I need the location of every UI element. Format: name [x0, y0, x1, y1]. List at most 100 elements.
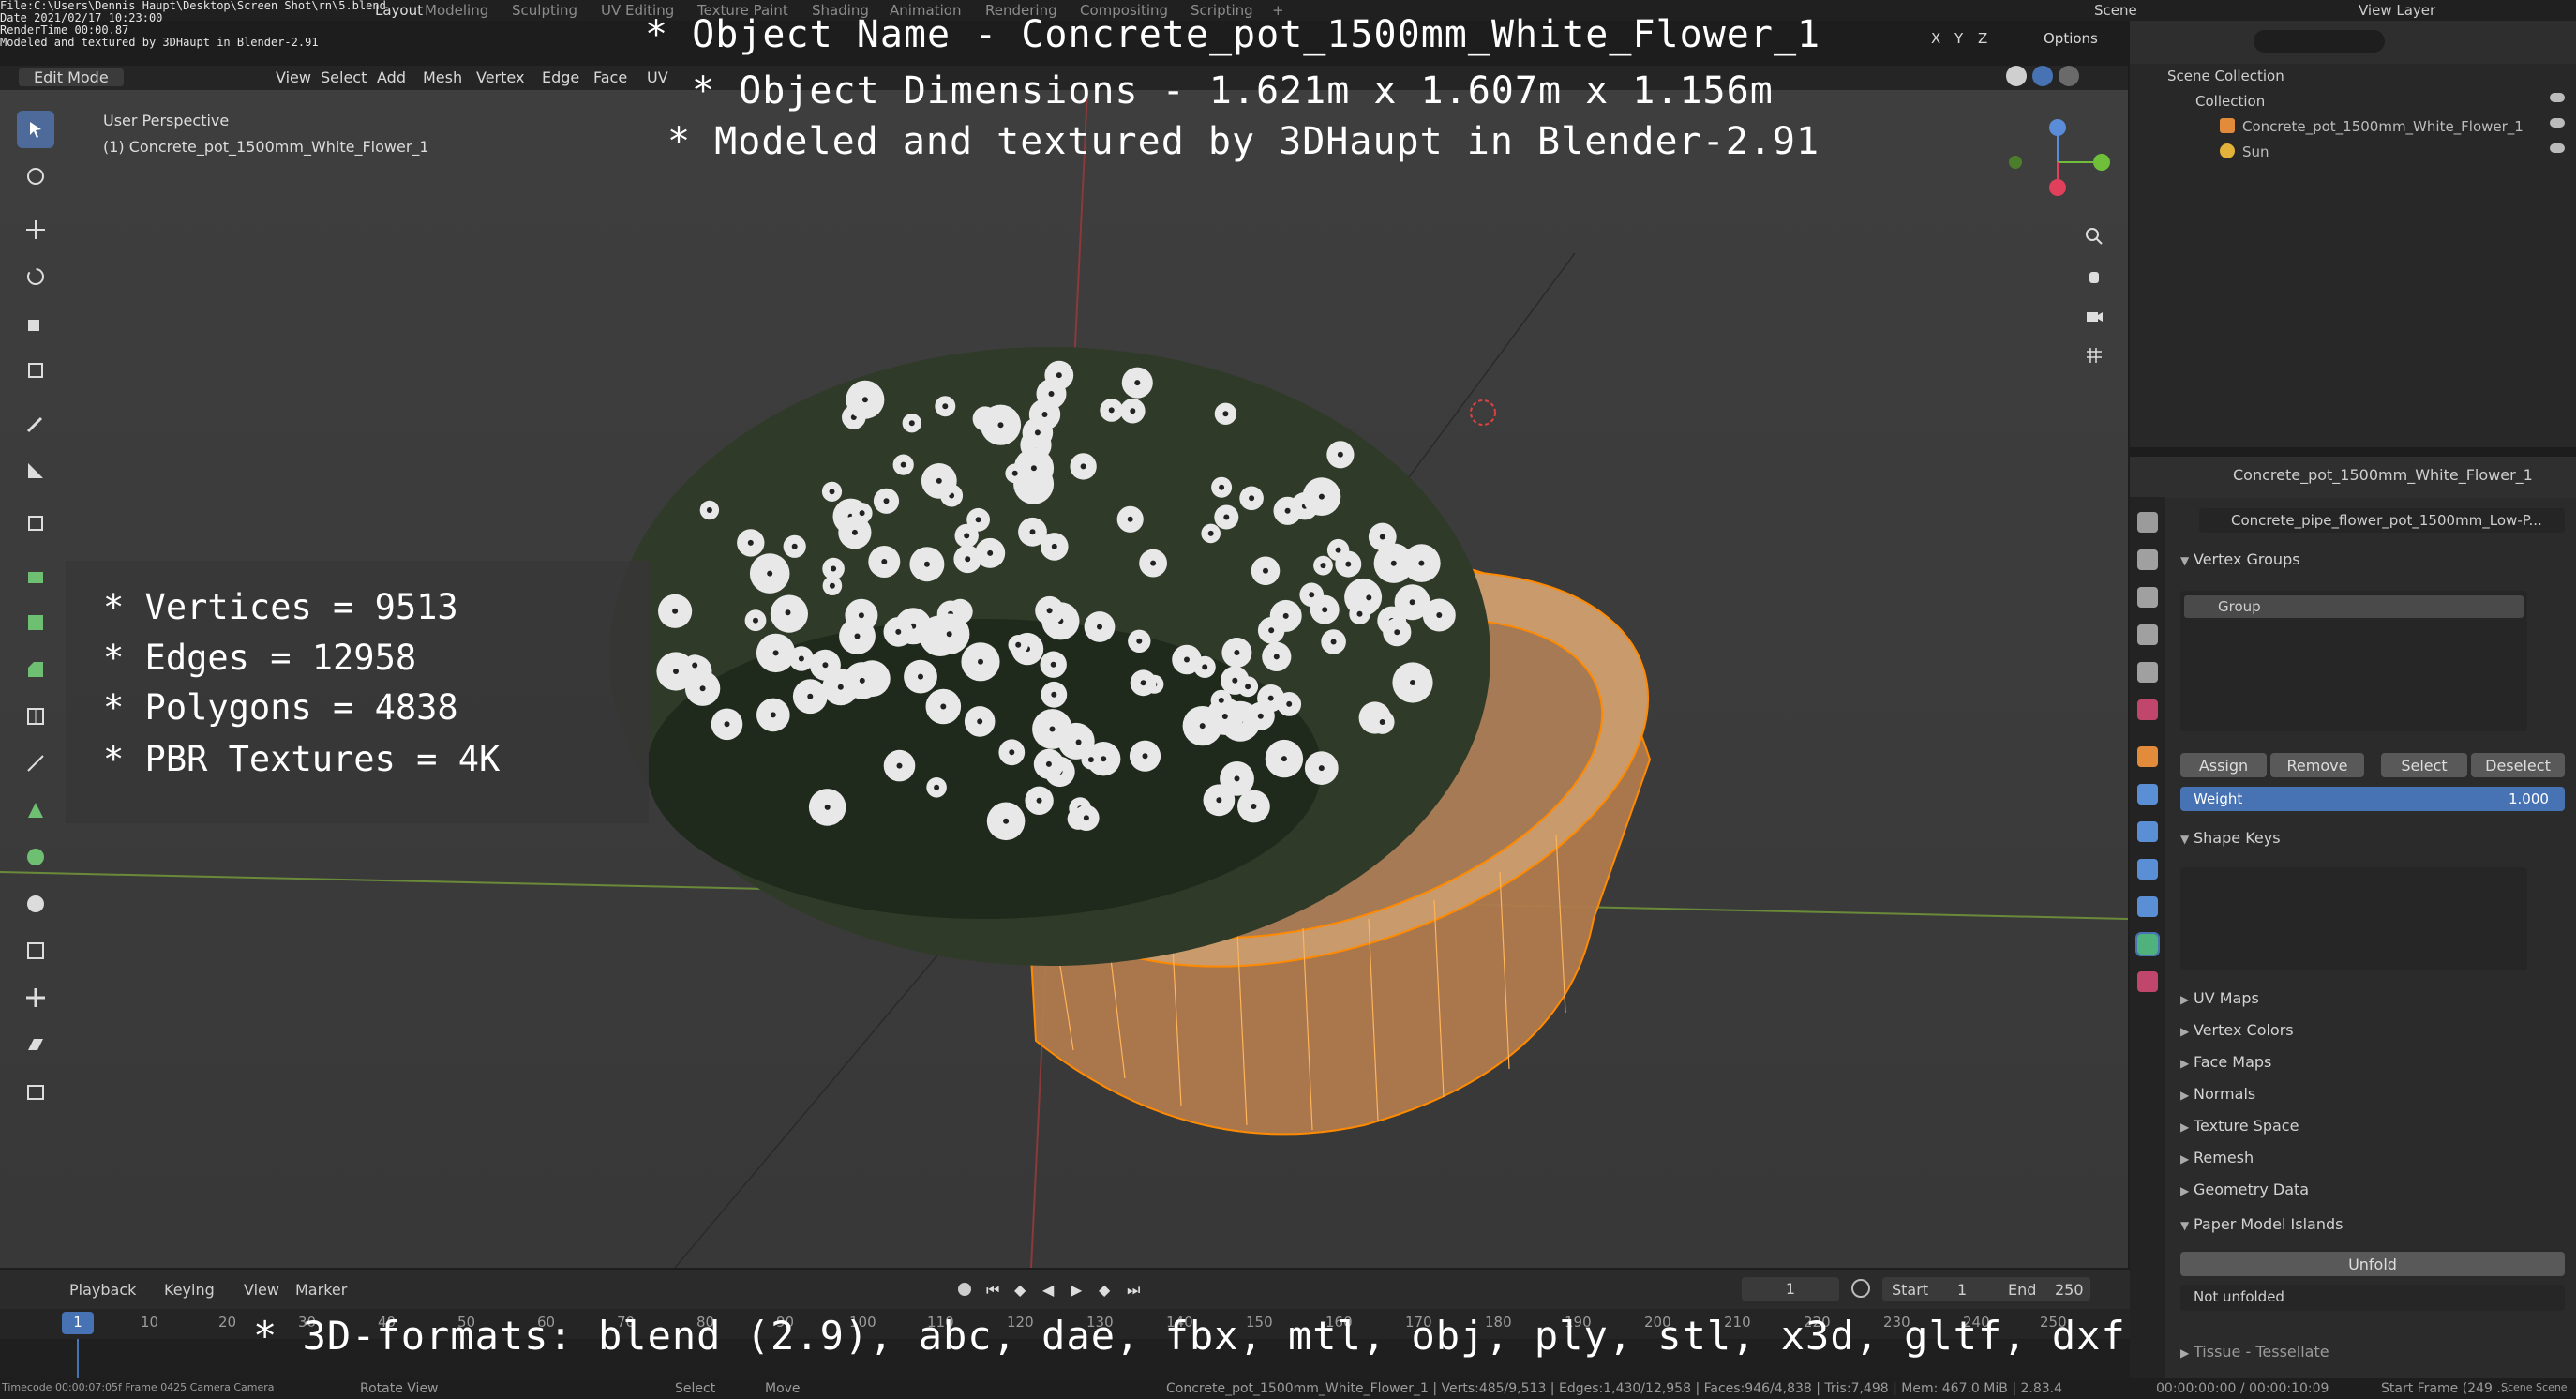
keying-menu[interactable]: Keying — [164, 1281, 215, 1299]
marker-menu[interactable]: Marker — [295, 1281, 347, 1299]
output-tab-icon[interactable] — [2137, 587, 2158, 608]
view-layer-selector[interactable]: View Layer — [2359, 2, 2435, 19]
remove-button[interactable]: Remove — [2270, 753, 2364, 777]
axis-z[interactable]: Z — [1978, 30, 1987, 47]
scene-tab-icon[interactable] — [2137, 662, 2158, 683]
scene-selector[interactable]: Scene — [2094, 2, 2137, 19]
section-uv-maps[interactable]: ▶ UV Maps — [2180, 989, 2259, 1007]
jump-end-icon[interactable]: ⏭ — [1127, 1281, 1140, 1300]
play-reverse-icon[interactable]: ◀ — [1042, 1281, 1054, 1299]
play-icon[interactable]: ▶ — [1071, 1281, 1082, 1299]
pan-hand-icon[interactable] — [2078, 260, 2110, 292]
playhead[interactable]: 1 — [62, 1312, 94, 1334]
zoom-icon[interactable] — [2078, 220, 2110, 252]
extrude-tool-icon[interactable] — [17, 557, 54, 594]
move-tool-icon[interactable] — [17, 211, 54, 248]
keyframe-prev-icon[interactable]: ◆ — [1014, 1281, 1026, 1299]
section-face-maps[interactable]: ▶ Face Maps — [2180, 1053, 2271, 1071]
material-shading-icon[interactable] — [2032, 66, 2053, 86]
flower-center — [785, 609, 791, 616]
options-dropdown[interactable]: Options — [2044, 30, 2098, 47]
section-geometry-data[interactable]: ▶ Geometry Data — [2180, 1181, 2309, 1198]
rendered-shading-icon[interactable] — [2059, 66, 2079, 86]
render-tab-icon[interactable] — [2137, 549, 2158, 570]
menu-select[interactable]: Select — [321, 68, 367, 86]
edge-slide-tool-icon[interactable] — [17, 932, 54, 970]
section-normals[interactable]: ▶ Normals — [2180, 1085, 2255, 1103]
shrink-fatten-tool-icon[interactable] — [17, 979, 54, 1016]
navigation-gizmo[interactable] — [1997, 111, 2119, 214]
timeline-view-menu[interactable]: View — [244, 1281, 279, 1299]
menu-mesh[interactable]: Mesh — [423, 68, 462, 86]
menu-uv[interactable]: UV — [647, 68, 668, 86]
camera-view-icon[interactable] — [2078, 300, 2110, 332]
flower-center — [772, 650, 779, 656]
current-frame-field[interactable]: 1 — [1742, 1277, 1839, 1301]
inset-tool-icon[interactable] — [17, 604, 54, 641]
bevel-tool-icon[interactable] — [17, 651, 54, 688]
physics-tab-icon[interactable] — [2137, 859, 2158, 880]
jump-start-icon[interactable]: ⏮ — [986, 1281, 999, 1300]
axis-y[interactable]: Y — [1954, 30, 1963, 47]
material-tab-icon[interactable] — [2137, 971, 2158, 992]
tab-modeling[interactable]: Modeling — [425, 2, 488, 19]
paper-model-header[interactable]: ▼ Paper Model Islands — [2180, 1215, 2343, 1233]
smooth-tool-icon[interactable] — [17, 885, 54, 923]
tab-sculpting[interactable]: Sculpting — [512, 2, 577, 19]
axis-x[interactable]: X — [1931, 30, 1940, 47]
menu-face[interactable]: Face — [593, 68, 627, 86]
solid-shading-icon[interactable] — [2006, 66, 2027, 86]
rotate-tool-icon[interactable] — [17, 258, 54, 295]
particles-tab-icon[interactable] — [2137, 821, 2158, 842]
flower-center — [1337, 451, 1343, 458]
section-remesh[interactable]: ▶ Remesh — [2180, 1149, 2254, 1166]
constraints-tab-icon[interactable] — [2137, 896, 2158, 917]
shape-keys-header[interactable]: ▼ Shape Keys — [2180, 829, 2281, 847]
transform-tool-icon[interactable] — [17, 352, 54, 389]
rip-tool-icon[interactable] — [17, 1073, 54, 1110]
knife-tool-icon[interactable] — [17, 745, 54, 782]
outliner-item-pot[interactable]: Concrete_pot_1500mm_White_Flower_1 — [2242, 118, 2524, 135]
poly-build-tool-icon[interactable] — [17, 791, 54, 829]
vertex-groups-header[interactable]: ▼ Vertex Groups — [2180, 550, 2300, 568]
outliner-search-input[interactable] — [2254, 30, 2385, 53]
view-layer-tab-icon[interactable] — [2137, 624, 2158, 645]
world-tab-icon[interactable] — [2137, 700, 2158, 720]
keyframe-next-icon[interactable]: ◆ — [1099, 1281, 1110, 1299]
eye-icon[interactable] — [2550, 93, 2565, 102]
measure-tool-icon[interactable] — [17, 452, 54, 489]
unfold-button[interactable]: Unfold — [2180, 1252, 2565, 1276]
annotate-tool-icon[interactable] — [17, 405, 54, 443]
object-tab-icon[interactable] — [2137, 746, 2158, 767]
deselect-button[interactable]: Deselect — [2471, 753, 2565, 777]
add-cube-tool-icon[interactable] — [17, 504, 54, 542]
eye-icon[interactable] — [2550, 143, 2565, 153]
status-rotate-view: Rotate View — [360, 1381, 439, 1396]
clock-icon[interactable] — [1851, 1279, 1870, 1298]
section-vertex-colors[interactable]: ▶ Vertex Colors — [2180, 1021, 2294, 1039]
outliner-item-sun[interactable]: Sun — [2242, 143, 2269, 160]
menu-vertex[interactable]: Vertex — [476, 68, 524, 86]
scale-tool-icon[interactable] — [17, 305, 54, 342]
ortho-grid-icon[interactable] — [2078, 339, 2110, 371]
tissue-header[interactable]: ▶ Tissue - Tessellate — [2180, 1343, 2329, 1361]
menu-edge[interactable]: Edge — [542, 68, 579, 86]
shear-tool-icon[interactable] — [17, 1026, 54, 1063]
menu-view[interactable]: View — [276, 68, 311, 86]
menu-add[interactable]: Add — [377, 68, 406, 86]
spin-tool-icon[interactable] — [17, 838, 54, 876]
eye-icon[interactable] — [2550, 118, 2565, 128]
assign-button[interactable]: Assign — [2180, 753, 2267, 777]
playback-menu[interactable]: Playback — [69, 1281, 136, 1299]
record-icon[interactable] — [958, 1283, 971, 1296]
select-button[interactable]: Select — [2381, 753, 2467, 777]
select-box-tool-icon[interactable] — [17, 111, 54, 148]
section-texture-space[interactable]: ▶ Texture Space — [2180, 1117, 2299, 1135]
tool-tab-icon[interactable] — [2137, 512, 2158, 533]
loop-cut-tool-icon[interactable] — [17, 698, 54, 735]
modifier-tab-icon[interactable] — [2137, 784, 2158, 805]
collection-row[interactable]: Collection — [2195, 93, 2265, 110]
cursor-tool-icon[interactable] — [17, 158, 54, 195]
mesh-data-tab-icon[interactable] — [2135, 932, 2160, 956]
mode-dropdown[interactable]: Edit Mode — [19, 68, 124, 86]
